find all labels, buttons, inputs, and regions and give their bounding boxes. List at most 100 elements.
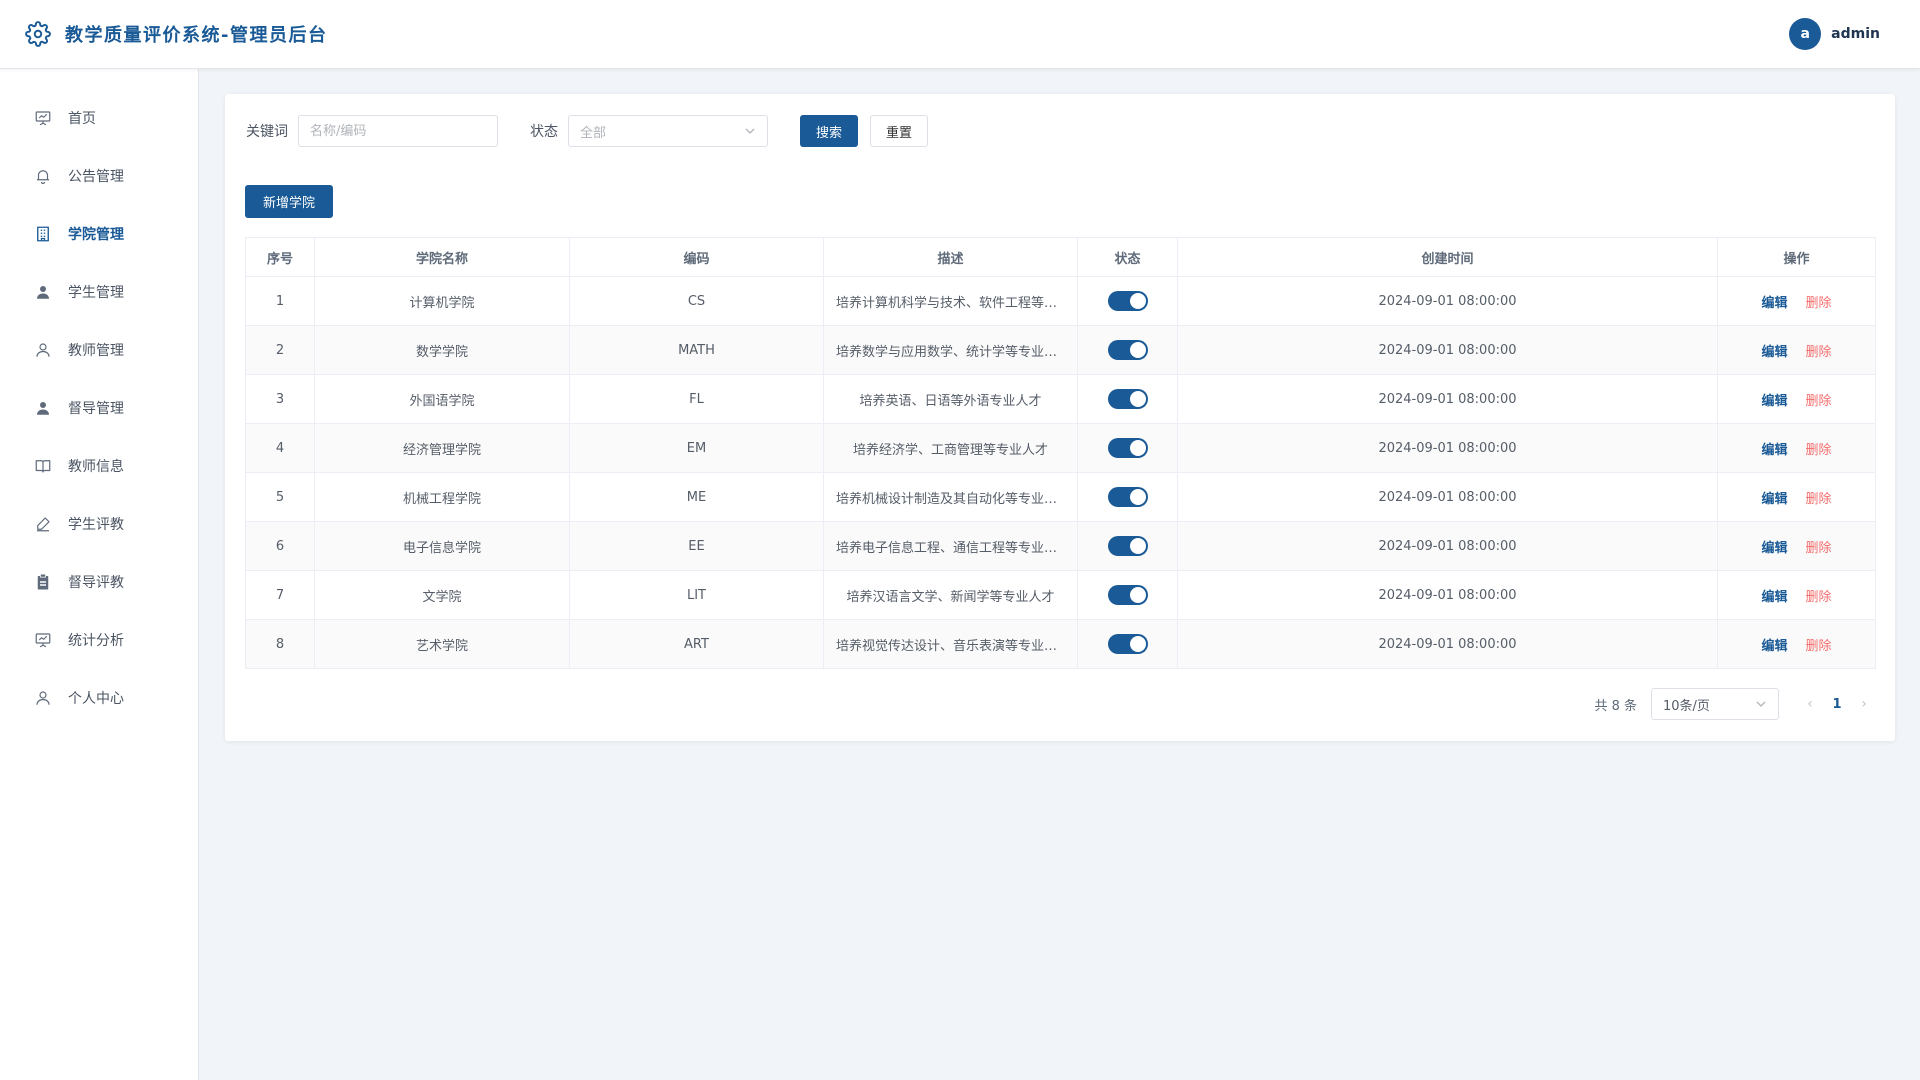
user-filled-icon xyxy=(37,402,49,415)
delete-link[interactable]: 删除 xyxy=(1806,345,1832,360)
edit-link[interactable]: 编辑 xyxy=(1761,296,1787,311)
edit-link[interactable]: 编辑 xyxy=(1761,394,1787,409)
edit-link[interactable]: 编辑 xyxy=(1761,639,1787,654)
edit-link[interactable]: 编辑 xyxy=(1761,541,1787,556)
sidebar-item-supervisors[interactable]: 督导管理 xyxy=(0,379,198,437)
status-toggle[interactable] xyxy=(1107,536,1148,556)
next-page-button[interactable]: › xyxy=(1853,696,1875,712)
edit-link[interactable]: 编辑 xyxy=(1761,492,1787,507)
status-toggle[interactable] xyxy=(1107,340,1148,360)
cell-description: 培养英语、日语等外语专业人才 xyxy=(823,374,1078,424)
sidebar-item-label: 公告管理 xyxy=(68,169,124,185)
sidebar-item-announcements[interactable]: 公告管理 xyxy=(0,147,198,205)
status-toggle[interactable] xyxy=(1107,389,1148,409)
sidebar-item-label: 学生管理 xyxy=(68,285,124,301)
sidebar-item-supervisor-evaluation[interactable]: 督导评教 xyxy=(0,553,198,611)
column-header-description: 描述 xyxy=(823,237,1078,277)
user-outline-icon xyxy=(36,343,50,357)
table-row: 3 外国语学院 FL 培养英语、日语等外语专业人才 2024-09-01 08:… xyxy=(245,374,1876,424)
cell-actions: 编辑 删除 xyxy=(1717,619,1876,669)
total-count: 共 8 条 xyxy=(1594,698,1637,714)
cell-code: LIT xyxy=(569,570,824,620)
cell-index: 4 xyxy=(245,423,315,473)
cell-description: 培养机械设计制造及其自动化等专业人才 xyxy=(823,472,1078,522)
gear-icon xyxy=(25,21,51,47)
sidebar-item-label: 教师信息 xyxy=(68,459,124,475)
sidebar-item-students[interactable]: 学生管理 xyxy=(0,263,198,321)
page-size-select[interactable]: 10条/页 xyxy=(1651,688,1779,720)
brand: 教学质量评价系统-管理员后台 xyxy=(25,21,327,47)
status-toggle[interactable] xyxy=(1107,634,1148,654)
cell-code: ME xyxy=(569,472,824,522)
status-toggle[interactable] xyxy=(1107,291,1148,311)
cell-status xyxy=(1077,423,1178,473)
add-college-button[interactable]: 新增学院 xyxy=(245,185,333,218)
cell-actions: 编辑 删除 xyxy=(1717,423,1876,473)
delete-link[interactable]: 删除 xyxy=(1806,541,1832,556)
delete-link[interactable]: 删除 xyxy=(1806,394,1832,409)
status-toggle[interactable] xyxy=(1107,438,1148,458)
cell-name: 电子信息学院 xyxy=(314,521,570,571)
cell-name: 外国语学院 xyxy=(314,374,570,424)
edit-link[interactable]: 编辑 xyxy=(1761,590,1787,605)
cell-index: 7 xyxy=(245,570,315,620)
cell-created-time: 2024-09-01 08:00:00 xyxy=(1177,472,1718,522)
cell-index: 6 xyxy=(245,521,315,571)
cell-created-time: 2024-09-01 08:00:00 xyxy=(1177,570,1718,620)
delete-link[interactable]: 删除 xyxy=(1806,590,1832,605)
cell-name: 计算机学院 xyxy=(314,276,570,326)
prev-page-button[interactable]: ‹ xyxy=(1799,696,1821,712)
status-select[interactable]: 全部 xyxy=(568,115,768,147)
filter-bar: 关键词 状态 全部 搜索 重置 xyxy=(246,115,929,147)
table-row: 2 数学学院 MATH 培养数学与应用数学、统计学等专业人才 2024-09-0… xyxy=(245,325,1876,375)
cell-status xyxy=(1077,374,1178,424)
sidebar-item-profile[interactable]: 个人中心 xyxy=(0,669,198,727)
cell-description: 培养经济学、工商管理等专业人才 xyxy=(823,423,1078,473)
delete-link[interactable]: 删除 xyxy=(1806,443,1832,458)
cell-code: CS xyxy=(569,276,824,326)
sidebar-item-teacher-info[interactable]: 教师信息 xyxy=(0,437,198,495)
avatar[interactable]: a xyxy=(1789,18,1822,50)
delete-link[interactable]: 删除 xyxy=(1806,492,1832,507)
cell-actions: 编辑 删除 xyxy=(1717,374,1876,424)
sidebar-item-home[interactable]: 首页 xyxy=(0,89,198,147)
keyword-label: 关键词 xyxy=(246,124,288,140)
cell-created-time: 2024-09-01 08:00:00 xyxy=(1177,374,1718,424)
sidebar-item-label: 督导评教 xyxy=(68,575,124,591)
bell-icon xyxy=(37,170,49,185)
edit-link[interactable]: 编辑 xyxy=(1761,345,1787,360)
chart-board-icon xyxy=(35,633,51,648)
keyword-input[interactable] xyxy=(298,115,498,147)
cell-code: EM xyxy=(569,423,824,473)
app-title: 教学质量评价系统-管理员后台 xyxy=(65,25,328,46)
sidebar-item-colleges[interactable]: 学院管理 xyxy=(0,205,198,263)
status-toggle[interactable] xyxy=(1107,585,1148,605)
username[interactable]: admin xyxy=(1831,26,1880,42)
sidebar-item-label: 首页 xyxy=(68,111,96,127)
sidebar: 首页 公告管理 学院管理 学生管理 教师管理 督导管理 教师信息 学生评教 督导… xyxy=(0,69,199,1080)
college-management-card: 关键词 状态 全部 搜索 重置 新增学院 序号 学院名称 编码 描述 状态 创建… xyxy=(225,94,1895,741)
table-row: 4 经济管理学院 EM 培养经济学、工商管理等专业人才 2024-09-01 0… xyxy=(245,423,1876,473)
table-header-row: 序号 学院名称 编码 描述 状态 创建时间 操作 xyxy=(245,237,1876,277)
delete-link[interactable]: 删除 xyxy=(1806,296,1832,311)
book-icon xyxy=(35,460,51,473)
cell-status xyxy=(1077,276,1178,326)
sidebar-item-teachers[interactable]: 教师管理 xyxy=(0,321,198,379)
cell-code: FL xyxy=(569,374,824,424)
sidebar-item-student-evaluation[interactable]: 学生评教 xyxy=(0,495,198,553)
user-menu[interactable]: a admin xyxy=(1789,18,1880,50)
cell-name: 数学学院 xyxy=(314,325,570,375)
search-button[interactable]: 搜索 xyxy=(800,115,859,147)
sidebar-item-statistics[interactable]: 统计分析 xyxy=(0,611,198,669)
sidebar-item-label: 学院管理 xyxy=(68,227,124,243)
reset-button[interactable]: 重置 xyxy=(870,115,929,147)
edit-link[interactable]: 编辑 xyxy=(1761,443,1787,458)
sidebar-item-label: 学生评教 xyxy=(68,517,124,533)
status-toggle[interactable] xyxy=(1107,487,1148,507)
cell-index: 1 xyxy=(245,276,315,326)
cell-code: EE xyxy=(569,521,824,571)
delete-link[interactable]: 删除 xyxy=(1806,639,1832,654)
page-number-current[interactable]: 1 xyxy=(1821,697,1853,712)
cell-created-time: 2024-09-01 08:00:00 xyxy=(1177,619,1718,669)
page-size-value: 10条/页 xyxy=(1663,698,1710,714)
